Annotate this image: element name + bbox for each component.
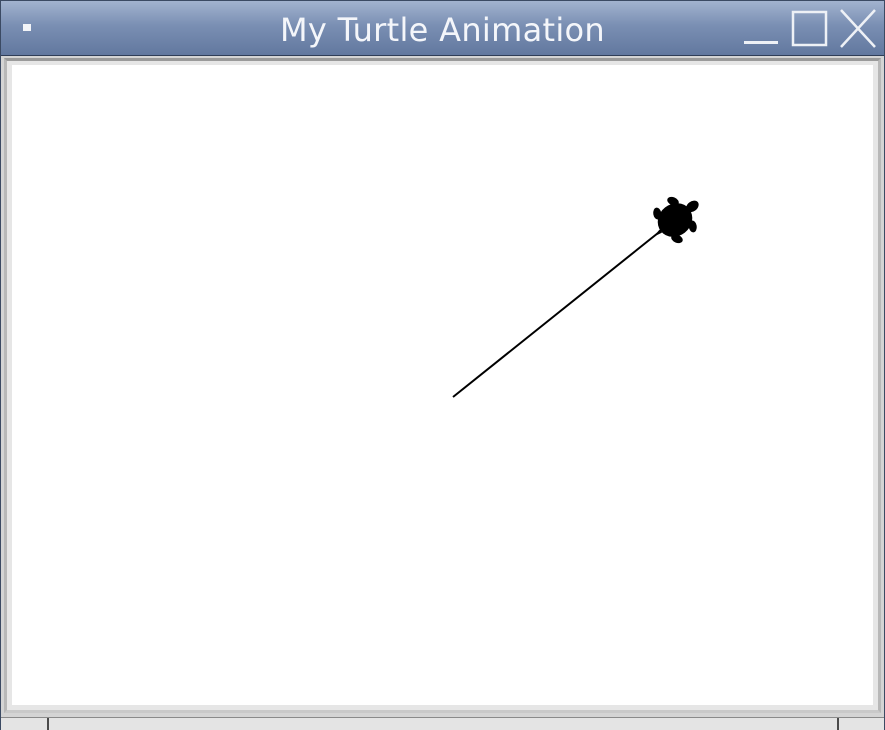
turtle-drawing <box>452 196 699 398</box>
minimize-icon <box>744 41 778 44</box>
maximize-icon <box>791 10 828 47</box>
canvas-frame <box>4 58 881 713</box>
window-bottom-border[interactable] <box>1 717 884 730</box>
turtle-icon <box>653 196 699 244</box>
minimize-button[interactable] <box>741 7 781 49</box>
close-icon <box>840 9 876 48</box>
turtle-window: My Turtle Animation <box>0 0 885 730</box>
turtle-canvas <box>12 65 873 705</box>
resize-grip-left[interactable] <box>47 718 49 730</box>
maximize-button[interactable] <box>789 7 829 49</box>
pen-trail-line <box>452 224 669 398</box>
resize-grip-right[interactable] <box>837 718 839 730</box>
title-bar[interactable]: My Turtle Animation <box>1 1 884 56</box>
close-button[interactable] <box>837 7 877 49</box>
